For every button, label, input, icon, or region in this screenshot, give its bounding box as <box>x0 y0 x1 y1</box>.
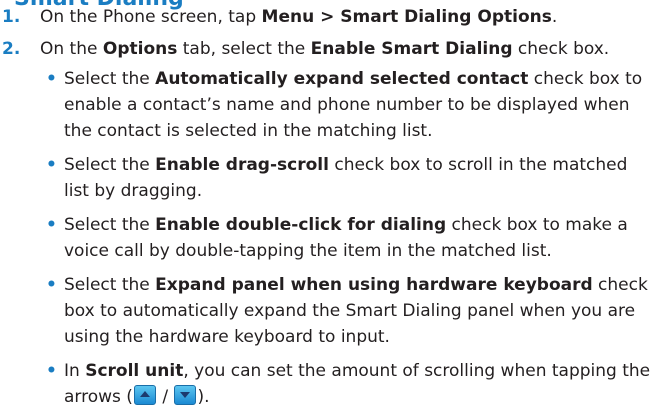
step-number: 1. <box>2 7 21 27</box>
bullet-icon: • <box>46 69 57 89</box>
list-item: • Select the Enable drag-scroll check bo… <box>40 152 653 204</box>
list-item: • In Scroll unit, you can set the amount… <box>40 358 653 410</box>
bullet-icon: • <box>46 361 57 381</box>
bullet-icon: • <box>46 155 57 175</box>
step-text: On the Phone screen, tap Menu > Smart Di… <box>40 7 558 27</box>
list-item: • Select the Expand panel when using har… <box>40 272 653 350</box>
step-1: 1. On the Phone screen, tap Menu > Smart… <box>0 4 653 30</box>
step-text: On the Options tab, select the Enable Sm… <box>40 39 610 59</box>
option-list: • Select the Automatically expand select… <box>40 66 653 410</box>
options-tab-label: Options <box>102 39 178 59</box>
instructions: 1. On the Phone screen, tap Menu > Smart… <box>0 4 653 418</box>
enable-smart-dialing-label: Enable Smart Dialing <box>310 39 513 59</box>
bullet-icon: • <box>46 275 57 295</box>
step-number: 2. <box>2 39 21 59</box>
menu-path: Menu > Smart Dialing Options <box>261 7 552 27</box>
scroll-up-arrow-icon <box>133 385 156 405</box>
list-item: • Select the Automatically expand select… <box>40 66 653 144</box>
step-2: 2. On the Options tab, select the Enable… <box>0 36 653 410</box>
list-item: • Select the Enable double-click for dia… <box>40 212 653 264</box>
bullet-icon: • <box>46 215 57 235</box>
scroll-down-arrow-icon <box>174 385 197 405</box>
